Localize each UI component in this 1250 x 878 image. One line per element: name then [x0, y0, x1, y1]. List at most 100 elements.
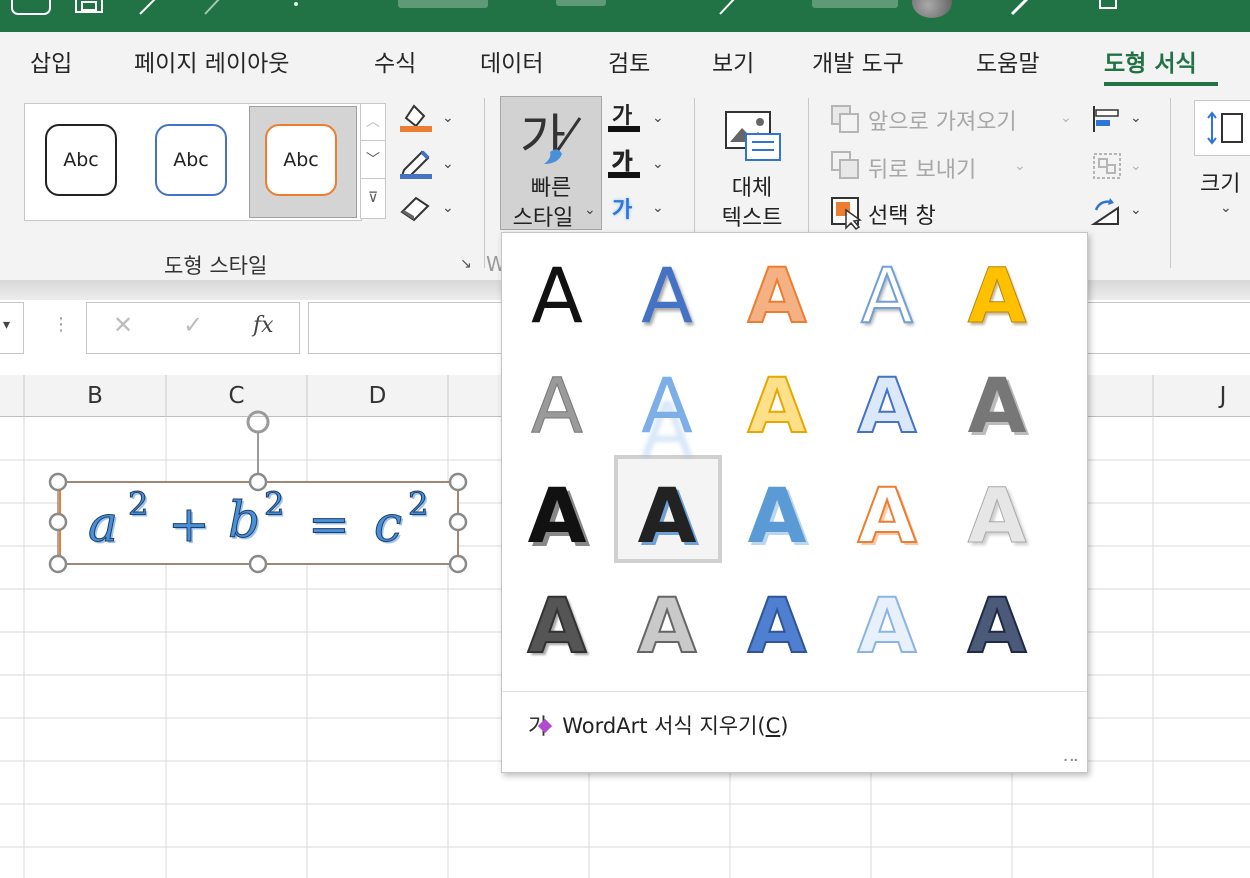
shape-effects-chevron-icon[interactable]: ⌄ [442, 200, 454, 216]
wordart-style-16[interactable]: A [512, 581, 602, 671]
eq-var-b: b [227, 491, 261, 550]
shape-styles-group-label: 도형 스타일 [164, 254, 268, 278]
alt-text-label-1: 대체 [731, 176, 773, 201]
wordart-style-8[interactable]: A [732, 361, 822, 451]
wordart-style-10[interactable]: A [952, 361, 1042, 451]
wordart-style-15[interactable]: A [952, 471, 1042, 561]
selection-pane-icon [831, 197, 862, 230]
wordart-style-17[interactable]: A [622, 581, 712, 671]
group-chevron-icon[interactable]: ⌄ [1130, 158, 1142, 174]
shape-fill-chevron-icon[interactable]: ⌄ [442, 110, 454, 126]
tab-formulas[interactable]: 수식 [374, 44, 416, 78]
size-chevron-icon[interactable]: ⌄ [1220, 200, 1232, 216]
shape-style-black[interactable]: Abc [45, 124, 117, 196]
wordart-style-9[interactable]: A [842, 361, 932, 451]
clear-wordart-label-text: WordArt 서식 지우기( [562, 714, 766, 738]
tab-page-layout[interactable]: 페이지 레이아웃 [134, 44, 289, 78]
resize-grip-icon[interactable]: ⠠⠤ [1058, 750, 1079, 766]
wordart-style-6[interactable]: A [512, 361, 602, 451]
shape-style-blue[interactable]: Abc [155, 124, 227, 196]
shape-effects-icon[interactable] [398, 192, 434, 224]
wordart-style-2[interactable]: A [622, 251, 712, 341]
align-chevron-icon[interactable]: ⌄ [1130, 110, 1142, 126]
bring-forward-chevron-icon[interactable]: ⌄ [1060, 110, 1072, 126]
tab-data[interactable]: 데이터 [480, 44, 543, 78]
confirm-entry-icon[interactable]: ✓ [183, 311, 203, 339]
shape-outline-icon[interactable] [398, 146, 434, 180]
eq-exp-a: 2 [127, 485, 149, 524]
align-icon[interactable] [1090, 104, 1124, 134]
shape-style-orange[interactable]: Abc [265, 124, 337, 196]
gallery-scroll: ︿ ﹀ ⊽ [360, 103, 386, 219]
title-bar-icons [11, 0, 1117, 16]
bring-forward-label[interactable]: 앞으로 가져오기 [868, 104, 1017, 136]
eq-var-c: c [373, 495, 403, 554]
name-box-dropdown-icon[interactable]: ▾ [3, 317, 10, 333]
gallery-down-icon[interactable]: ﹀ [361, 142, 385, 179]
size-icon [1207, 111, 1243, 145]
eq-equals: = [308, 495, 351, 554]
gallery-up-icon[interactable]: ︿ [361, 104, 385, 141]
tab-view[interactable]: 보기 [712, 44, 754, 78]
brush-icon [544, 117, 582, 164]
bring-forward-icon [831, 105, 859, 133]
tab-shape-format[interactable]: 도형 서식 [1104, 44, 1197, 78]
text-outline-color-bar [608, 172, 640, 178]
wordart-style-20[interactable]: A [952, 581, 1042, 671]
wordart-style-7[interactable]: A [622, 361, 712, 451]
wordart-style-5[interactable]: A [952, 251, 1042, 341]
wordart-style-4[interactable]: A [842, 251, 932, 341]
rotate-icon[interactable] [1090, 196, 1124, 228]
clear-wordart-label-end: ) [780, 714, 789, 738]
formula-bar-buttons: ✕ ✓ fx [86, 302, 300, 354]
active-tab-underline [1104, 82, 1218, 86]
tab-help[interactable]: 도움말 [976, 44, 1039, 78]
equation-text[interactable]: a 2 + b 2 = c 2 [58, 483, 460, 563]
gallery-more-icon[interactable]: ⊽ [361, 180, 385, 216]
shape-outline-chevron-icon[interactable]: ⌄ [442, 156, 454, 172]
wordart-style-3[interactable]: A [732, 251, 822, 341]
quick-styles-label-1: 빠른 [530, 176, 572, 201]
alt-text-icon[interactable] [724, 104, 784, 164]
rotate-chevron-icon[interactable]: ⌄ [1130, 202, 1142, 218]
wordart-style-1[interactable]: A [512, 251, 602, 341]
wordart-style-11[interactable]: A [512, 471, 602, 561]
clear-wordart-icon: 가 [528, 709, 553, 741]
text-fill-color-bar [608, 126, 640, 132]
wordart-style-14[interactable]: A [842, 471, 932, 561]
tab-developer[interactable]: 개발 도구 [812, 44, 904, 78]
wordart-style-12[interactable]: A [622, 471, 712, 561]
send-backward-label[interactable]: 뒤로 보내기 [868, 152, 976, 184]
quick-styles-chevron-icon[interactable]: ⌄ [584, 202, 596, 218]
wordart-style-18[interactable]: A [732, 581, 822, 671]
clear-wordart-label: WordArt 서식 지우기(C) [562, 710, 788, 740]
insert-function-icon[interactable]: fx [253, 313, 274, 338]
group-separator [1170, 98, 1171, 268]
group-objects-icon[interactable] [1090, 150, 1124, 182]
group-separator [484, 98, 485, 268]
send-backward-icon [831, 151, 859, 179]
quick-styles-label-2: 스타일 [512, 206, 574, 231]
name-box[interactable]: ▾ [0, 302, 24, 354]
shape-styles-gallery: Abc Abc Abc [24, 103, 362, 221]
shape-fill-icon[interactable] [398, 100, 434, 134]
clear-wordart-item[interactable]: 가 WordArt 서식 지우기(C) [528, 709, 788, 741]
formula-bar-handle-icon[interactable]: ⋮ [52, 314, 70, 335]
text-effects-glyph[interactable]: 가 [612, 192, 632, 224]
send-backward-chevron-icon[interactable]: ⌄ [1014, 158, 1026, 174]
eq-var-a: a [88, 495, 119, 554]
text-effects-chevron-icon[interactable]: ⌄ [652, 200, 664, 216]
selection-pane-label[interactable]: 선택 창 [868, 198, 936, 230]
clear-wordart-access-key: C [765, 714, 781, 738]
cancel-entry-icon[interactable]: ✕ [113, 311, 133, 339]
dialog-launcher-icon[interactable]: ↘ [460, 256, 472, 272]
text-outline-chevron-icon[interactable]: ⌄ [652, 156, 664, 172]
text-fill-chevron-icon[interactable]: ⌄ [652, 110, 664, 126]
wordart-style-19[interactable]: A [842, 581, 932, 671]
eq-plus: + [168, 495, 211, 554]
title-bar [0, 0, 1250, 32]
eq-exp-b: 2 [263, 485, 285, 524]
tab-insert[interactable]: 삽입 [30, 44, 72, 78]
wordart-style-13[interactable]: A [732, 471, 822, 561]
tab-review[interactable]: 검토 [608, 44, 650, 78]
